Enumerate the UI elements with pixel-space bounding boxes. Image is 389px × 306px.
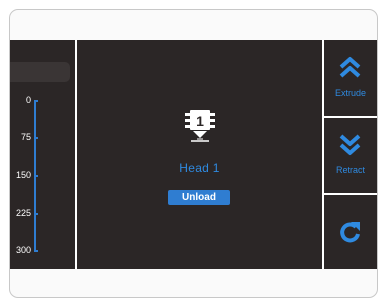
ruler-tick-label: 150 xyxy=(15,170,31,180)
ruler-tick-mark xyxy=(34,100,38,102)
double-chevron-up-icon xyxy=(339,57,361,78)
ruler-tick-mark xyxy=(34,250,38,252)
ruler-tick: 75 xyxy=(10,132,40,144)
print-head-icon: 1 xyxy=(185,110,215,142)
ruler-tick-label: 225 xyxy=(15,208,31,218)
head-number: 1 xyxy=(196,113,204,129)
ruler-tick: 150 xyxy=(10,170,40,182)
extruder-screen: 0 75 150 225 300 1 Head 1 Unload Extrude… xyxy=(10,40,377,269)
ruler-tick-mark xyxy=(34,137,38,139)
retract-label: Retract xyxy=(335,165,365,175)
refresh-icon xyxy=(340,222,360,243)
input-bar[interactable] xyxy=(10,62,70,82)
action-panel: Extrude Retract xyxy=(324,40,377,269)
head-label: Head 1 xyxy=(179,161,220,175)
head-panel: 1 Head 1 Unload xyxy=(77,40,322,269)
position-ruler-panel: 0 75 150 225 300 xyxy=(10,40,75,269)
ruler-tick-label: 300 xyxy=(15,245,31,255)
extrude-label: Extrude xyxy=(334,88,367,98)
ruler-tick: 225 xyxy=(10,208,40,220)
retract-button[interactable]: Retract xyxy=(324,118,377,193)
ruler-tick-label: 75 xyxy=(20,132,31,142)
ruler-tick: 0 xyxy=(10,95,40,107)
double-chevron-down-icon xyxy=(339,134,361,155)
refresh-button[interactable] xyxy=(324,195,377,269)
extrude-button[interactable]: Extrude xyxy=(324,40,377,116)
ruler-tick-label: 0 xyxy=(25,95,31,105)
ruler-tick-mark xyxy=(34,213,38,215)
unload-button[interactable]: Unload xyxy=(168,190,230,205)
ruler-tick: 300 xyxy=(10,245,40,257)
ruler-tick-mark xyxy=(34,175,38,177)
